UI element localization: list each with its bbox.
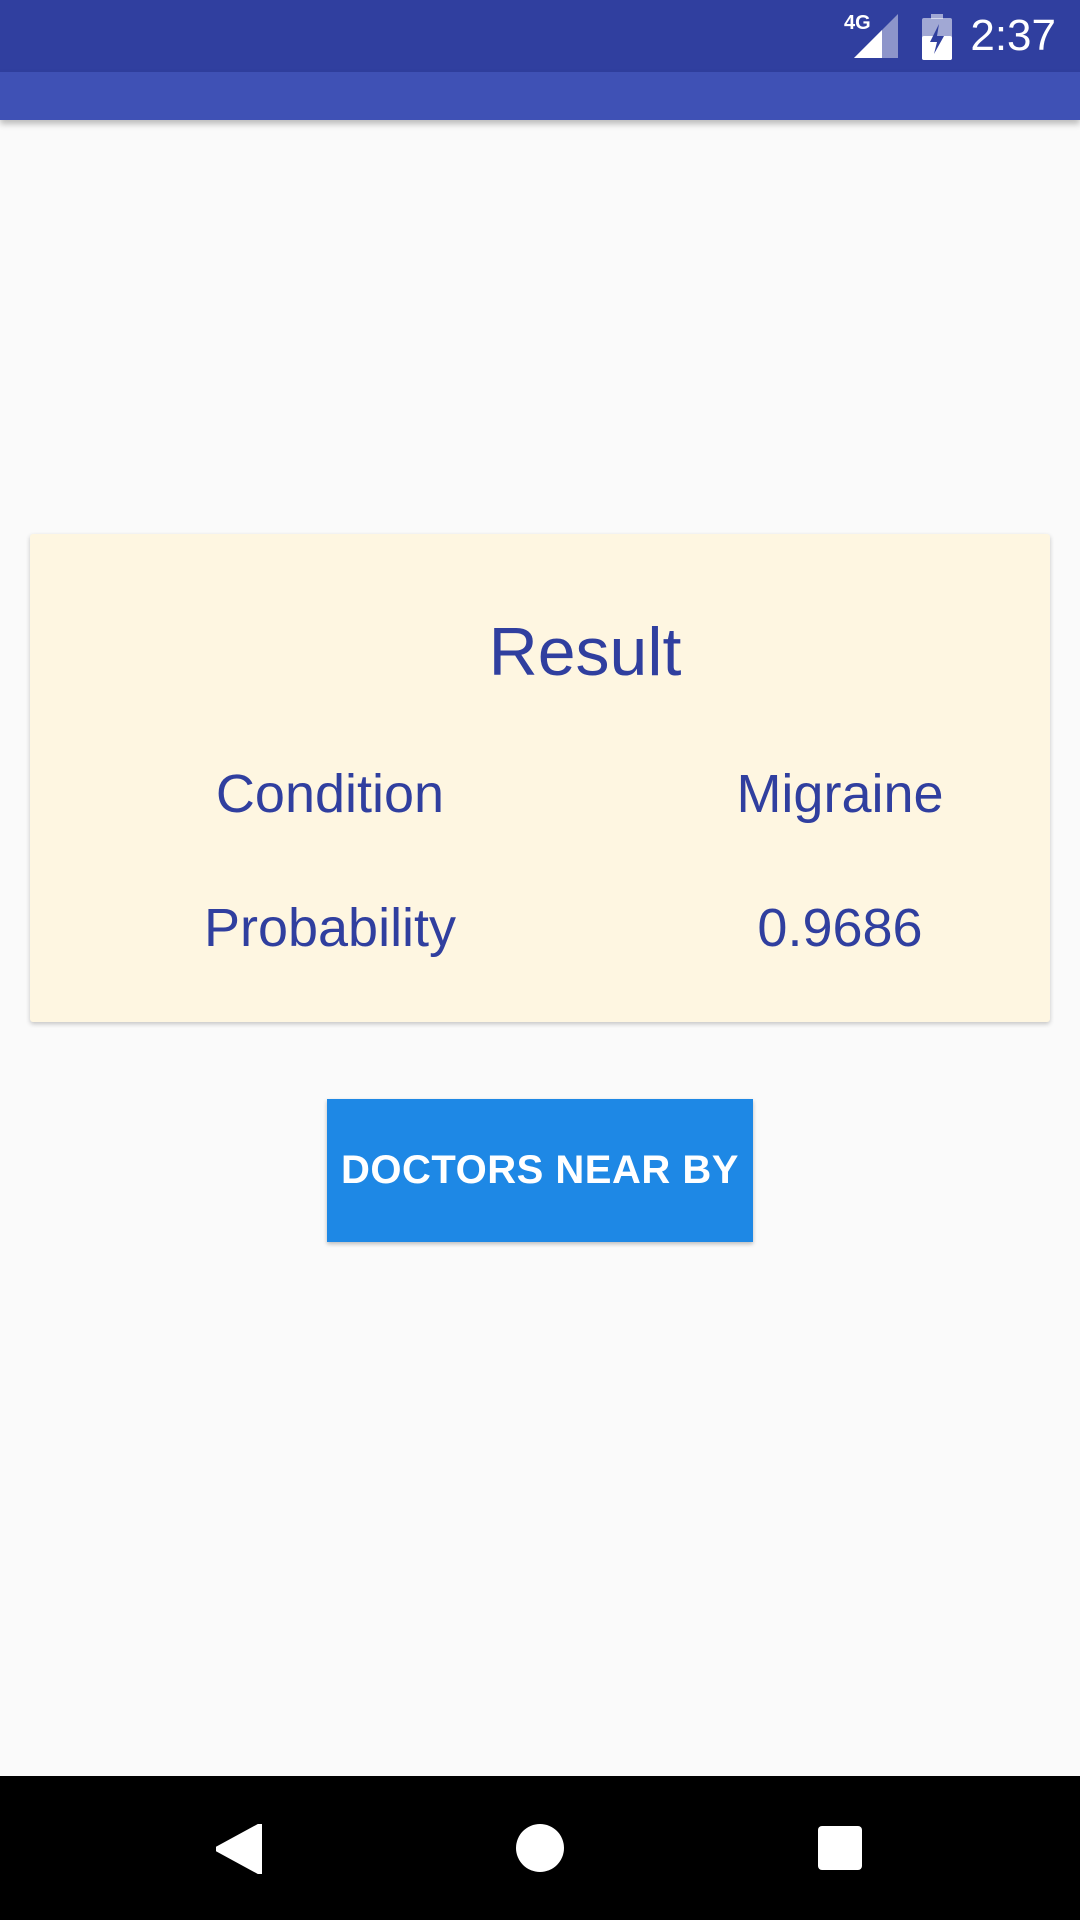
- home-icon[interactable]: [516, 1824, 564, 1872]
- recents-icon[interactable]: [818, 1826, 862, 1870]
- result-title: Result: [488, 614, 682, 690]
- result-card: Result Condition Migraine Probability 0.…: [30, 534, 1050, 1022]
- signal-icon: [854, 14, 898, 58]
- doctors-near-by-button[interactable]: DOCTORS NEAR BY: [327, 1099, 753, 1242]
- probability-label: Probability: [203, 898, 457, 958]
- back-icon[interactable]: [216, 1824, 262, 1874]
- battery-charging-icon: [922, 14, 952, 60]
- status-time: 2:37: [970, 11, 1056, 60]
- status-bar: 4G 2:37: [0, 0, 1080, 72]
- probability-value: 0.9686: [757, 898, 923, 958]
- app-bar: [0, 72, 1080, 120]
- condition-label: Condition: [215, 764, 445, 824]
- condition-value: Migraine: [736, 764, 944, 824]
